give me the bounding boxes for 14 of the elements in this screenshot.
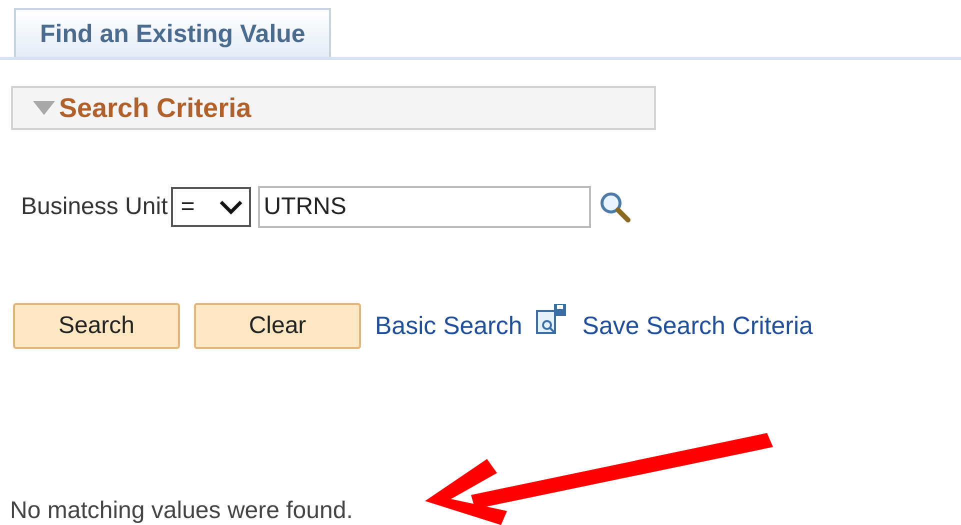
document-magnifier-icon[interactable] xyxy=(534,303,568,337)
search-icon[interactable] xyxy=(598,190,632,224)
operator-dropdown[interactable]: = xyxy=(170,187,251,227)
chevron-icon xyxy=(218,199,243,215)
field-label: Business Unit xyxy=(21,193,168,221)
action-button[interactable]: Search xyxy=(13,303,180,349)
section-header[interactable]: Search Criteria xyxy=(11,86,656,130)
message-text: No matching values were found. xyxy=(10,497,353,525)
link[interactable]: Save Search Criteria xyxy=(582,312,813,340)
section-title: Search Criteria xyxy=(59,92,252,124)
link[interactable]: Basic Search xyxy=(375,312,522,340)
tab[interactable]: Find an Existing Value xyxy=(14,8,332,57)
input-field[interactable]: UTRNS xyxy=(258,186,591,228)
action-button[interactable]: Clear xyxy=(194,303,361,349)
